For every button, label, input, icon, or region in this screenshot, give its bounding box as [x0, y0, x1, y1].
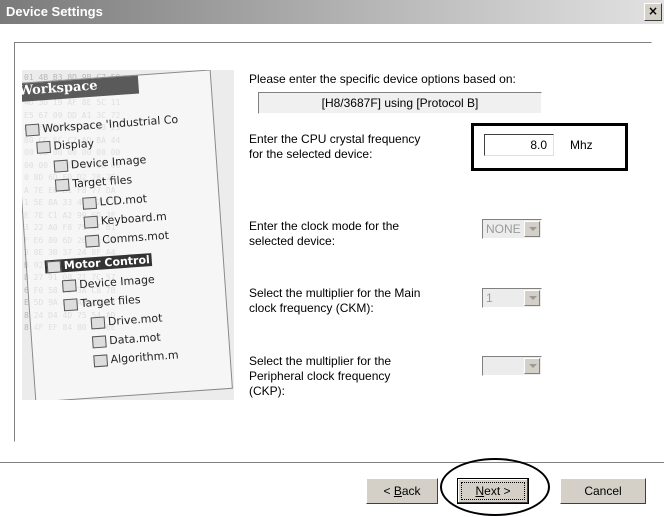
clock-mode-select[interactable]: NONE: [482, 219, 542, 239]
tree-item: Comms.mot: [84, 229, 169, 248]
file-icon: [91, 335, 107, 349]
cancel-button[interactable]: Cancel: [560, 478, 646, 504]
title-bar: Device Settings ×: [0, 0, 664, 24]
file-icon: [83, 215, 99, 229]
tree-item: Workspace 'Industrial Co: [24, 113, 179, 137]
workspace-illustration: 01 4B B3 8D 9B C7 59 48 DA FF 5B 7A 29 3…: [22, 70, 234, 400]
close-button[interactable]: ×: [644, 3, 662, 21]
file-icon: [93, 354, 109, 368]
cpu-frequency-input[interactable]: [484, 134, 554, 156]
folder-icon: [54, 178, 70, 192]
chevron-down-icon[interactable]: [524, 358, 540, 374]
tree-item: Device Image: [53, 153, 147, 173]
tree-item: Drive.mot: [90, 311, 163, 330]
intro-text: Please enter the specific device options…: [249, 72, 516, 86]
device-info-field: [H8/3687F] using [Protocol B]: [258, 92, 542, 114]
folder-icon: [63, 298, 79, 312]
window-title: Device Settings: [6, 4, 103, 19]
folder-icon: [24, 123, 40, 137]
workspace-window: Workspace Workspace 'Industrial Co Displ…: [22, 70, 233, 400]
main-multiplier-value: 1: [486, 291, 493, 305]
clock-mode-value: NONE: [486, 222, 521, 236]
chevron-down-icon[interactable]: [524, 290, 540, 306]
peripheral-multiplier-select[interactable]: [482, 356, 542, 376]
back-button[interactable]: < Back: [366, 478, 438, 504]
folder-icon: [61, 279, 77, 293]
next-button[interactable]: Next >: [457, 478, 529, 504]
tree-item: Keyboard.m: [83, 210, 167, 229]
main-multiplier-select[interactable]: 1: [482, 288, 542, 308]
folder-icon: [46, 260, 62, 274]
chevron-down-icon[interactable]: [524, 221, 540, 237]
tree-item-selected: Motor Control: [44, 253, 153, 274]
tree-item: Target files: [54, 173, 133, 192]
focus-rect: [461, 482, 525, 500]
peripheral-multiplier-label: Select the multiplier for the Peripheral…: [249, 354, 392, 398]
clock-mode-label: Enter the clock mode for the selected de…: [249, 219, 400, 248]
frequency-unit: Mhz: [570, 138, 593, 152]
main-multiplier-label: Select the multiplier for the Main clock…: [249, 286, 421, 315]
file-icon: [82, 196, 98, 210]
tree-item: Display: [36, 137, 94, 154]
cpu-freq-label: Enter the CPU crystal frequency for the …: [249, 132, 421, 161]
file-icon: [90, 316, 106, 330]
folder-icon: [53, 159, 69, 173]
footer-divider: [0, 462, 664, 464]
tree-item: Device Image: [61, 273, 155, 293]
tree-item: Algorithm.m: [93, 348, 179, 368]
folder-icon: [36, 140, 52, 154]
tree-item: Data.mot: [91, 331, 161, 349]
file-icon: [84, 234, 100, 248]
tree-item: LCD.mot: [82, 192, 147, 210]
tree-item: Target files: [63, 293, 141, 312]
